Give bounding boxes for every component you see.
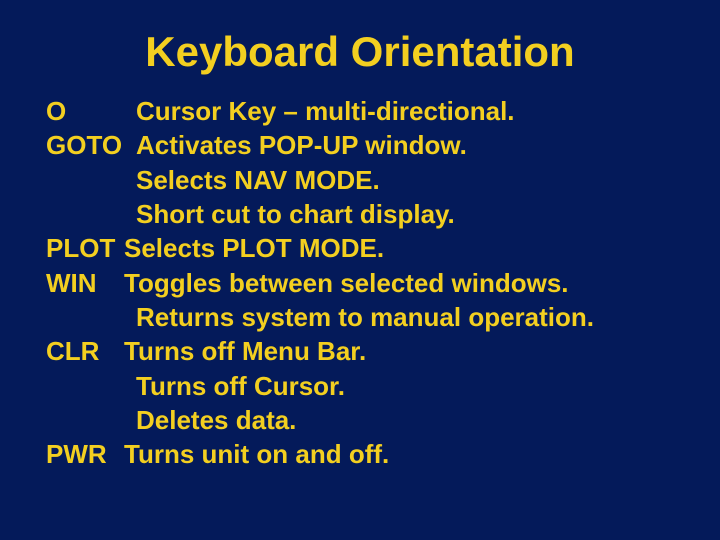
key-desc-win-2: Returns system to manual operation. <box>46 300 674 334</box>
key-desc-clr-2: Turns off Cursor. <box>46 369 674 403</box>
key-label-win: WIN <box>46 266 124 300</box>
key-row-goto: GOTO Activates POP-UP window. <box>46 128 674 162</box>
key-label-clr: CLR <box>46 334 124 368</box>
key-desc-o: Cursor Key – multi-directional. <box>136 94 515 128</box>
key-desc-goto: Activates POP-UP window. <box>136 128 467 162</box>
key-desc-goto-2: Selects NAV MODE. <box>46 163 674 197</box>
key-desc-pwr: Turns unit on and off. <box>124 437 389 471</box>
key-desc-clr: Turns off Menu Bar. <box>124 334 366 368</box>
key-desc-goto-3: Short cut to chart display. <box>46 197 674 231</box>
key-label-o: O <box>46 94 136 128</box>
key-row-plot: PLOT Selects PLOT MODE. <box>46 231 674 265</box>
key-desc-win: Toggles between selected windows. <box>124 266 569 300</box>
slide-content: O Cursor Key – multi-directional. GOTO A… <box>46 94 674 471</box>
slide: Keyboard Orientation O Cursor Key – mult… <box>0 0 720 540</box>
key-label-pwr: PWR <box>46 437 124 471</box>
key-label-plot: PLOT <box>46 231 124 265</box>
key-row-win: WIN Toggles between selected windows. <box>46 266 674 300</box>
key-desc-clr-3: Deletes data. <box>46 403 674 437</box>
key-row-clr: CLR Turns off Menu Bar. <box>46 334 674 368</box>
slide-title: Keyboard Orientation <box>46 28 674 76</box>
key-row-o: O Cursor Key – multi-directional. <box>46 94 674 128</box>
key-desc-plot: Selects PLOT MODE. <box>124 231 384 265</box>
key-row-pwr: PWR Turns unit on and off. <box>46 437 674 471</box>
key-label-goto: GOTO <box>46 128 136 162</box>
